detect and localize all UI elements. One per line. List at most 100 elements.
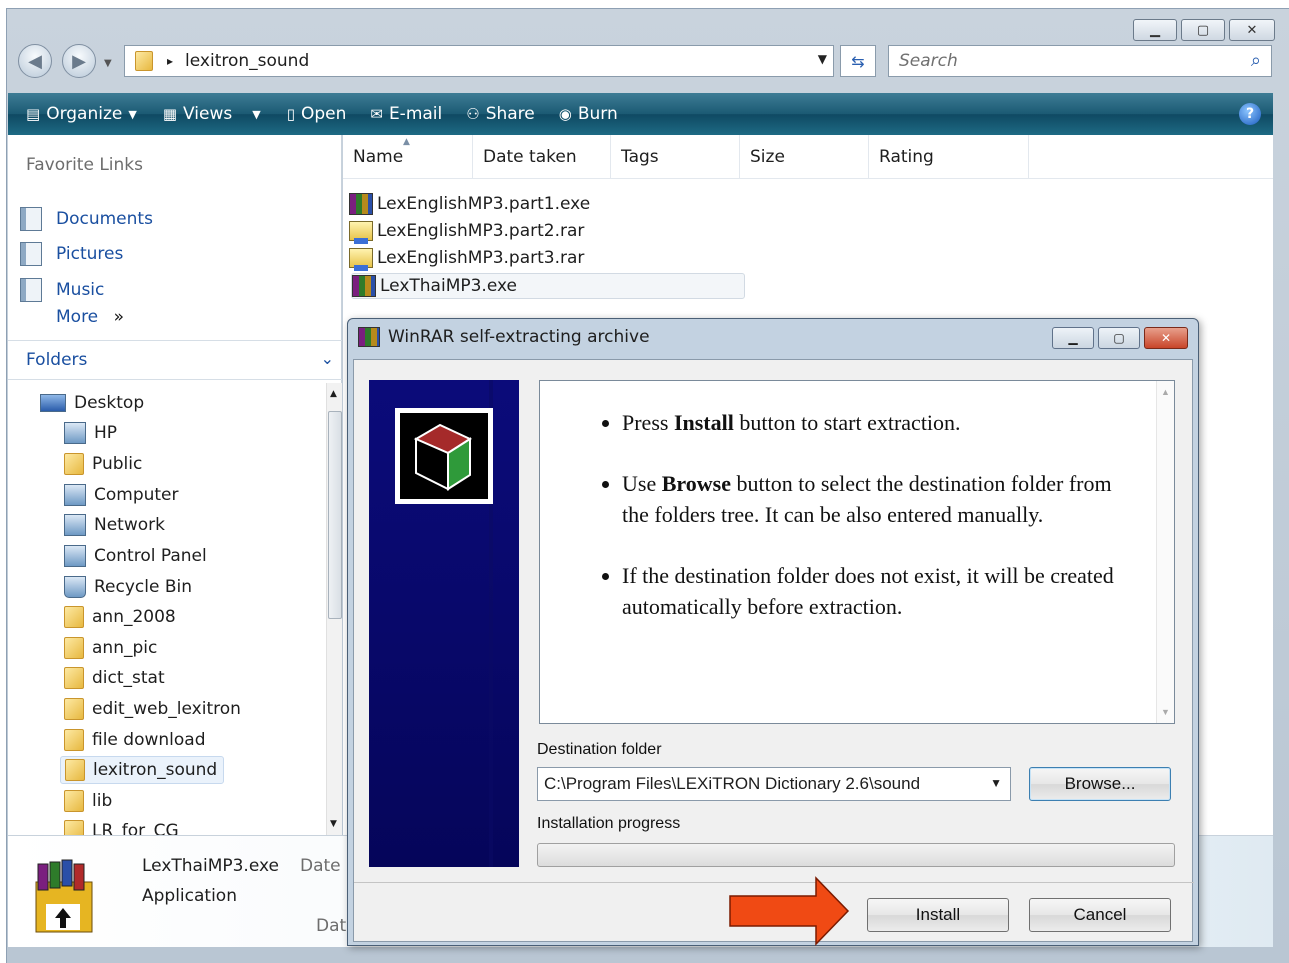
share-button[interactable]: ⚇ Share (466, 104, 535, 124)
instruction-item: Use Browse button to select the destinat… (622, 468, 1116, 530)
dialog-close-button[interactable]: ✕ (1144, 327, 1188, 349)
tree-item-computer[interactable]: Computer (64, 481, 179, 509)
column-header-name[interactable]: Name ▲ (343, 135, 473, 179)
address-bar[interactable]: ▸ lexitron_sound ▼ (124, 45, 834, 77)
file-item-selected[interactable]: LexThaiMP3.exe (351, 273, 745, 299)
tree-item-folder[interactable]: lib (64, 787, 112, 815)
tree-item-label: lexitron_sound (93, 760, 218, 780)
email-icon: ✉ (370, 105, 383, 123)
install-button[interactable]: Install (867, 898, 1009, 932)
folder-icon (64, 637, 84, 659)
winrar-icon (358, 327, 380, 347)
back-button[interactable]: ◀ (18, 44, 52, 78)
column-header-rating[interactable]: Rating (869, 135, 1029, 179)
tree-item-folder[interactable]: dict_stat (64, 664, 165, 692)
chevron-down-icon: ⌄ (320, 349, 334, 368)
user-folder-icon (64, 422, 86, 444)
scroll-down-icon[interactable]: ▼ (1161, 707, 1170, 717)
favorite-link-pictures[interactable]: Pictures (20, 242, 123, 266)
organize-icon: ▤ (26, 105, 41, 123)
scroll-down-icon[interactable]: ▼ (330, 819, 337, 829)
organize-button[interactable]: ▤ Organize ▼ (26, 104, 137, 124)
folder-icon (64, 698, 84, 720)
email-label: E-mail (388, 104, 443, 124)
details-date-label: Date (300, 856, 341, 876)
tree-item-selected-folder[interactable]: lexitron_sound (60, 756, 225, 784)
browse-button[interactable]: Browse... (1029, 767, 1171, 801)
folders-header[interactable]: Folders ⌄ (8, 340, 342, 380)
recent-pages-dropdown-icon[interactable]: ▼ (104, 58, 112, 69)
address-dropdown-icon[interactable]: ▼ (818, 52, 827, 66)
dialog-title-bar: WinRAR self-extracting archive (358, 327, 650, 347)
folder-tree-scrollbar[interactable]: ▲ ▼ (326, 383, 342, 835)
file-item[interactable]: LexEnglishMP3.part3.rar (349, 245, 584, 271)
tree-item-folder[interactable]: ann_pic (64, 634, 157, 662)
search-input[interactable]: Search ⌕ (888, 45, 1272, 77)
burn-button[interactable]: ◉ Burn (559, 104, 618, 124)
open-button[interactable]: ▯ Open (287, 104, 347, 124)
sfx-logo (395, 408, 493, 504)
column-header-date-taken[interactable]: Date taken (473, 135, 611, 179)
folder-icon (64, 606, 84, 628)
dialog-maximize-button[interactable]: ▢ (1098, 327, 1140, 349)
maximize-button[interactable]: ▢ (1181, 19, 1225, 41)
destination-folder-combobox[interactable]: C:\Program Files\LEXiTRON Dictionary 2.6… (537, 767, 1011, 801)
rar-archive-icon (349, 248, 373, 271)
scrollbar-thumb[interactable] (328, 411, 342, 619)
close-button[interactable]: ✕ (1229, 19, 1275, 41)
email-button[interactable]: ✉ E-mail (370, 104, 442, 124)
tree-item-folder[interactable]: edit_web_lexitron (64, 695, 241, 723)
folder-icon (64, 453, 84, 475)
instructions-list: Press Install button to start extraction… (540, 407, 1156, 652)
scroll-up-icon[interactable]: ▲ (1161, 387, 1170, 397)
help-icon[interactable]: ? (1239, 103, 1261, 125)
tree-item-label: Computer (94, 485, 179, 505)
tree-item-control-panel[interactable]: Control Panel (64, 542, 207, 570)
destination-folder-label: Destination folder (537, 741, 662, 758)
control-panel-icon (64, 545, 86, 567)
column-label: Tags (621, 147, 659, 167)
breadcrumb-separator[interactable]: ▸ (167, 54, 173, 68)
folder-icon (64, 790, 84, 812)
tree-item-folder[interactable]: file download (64, 726, 206, 754)
search-icon[interactable]: ⌕ (1251, 50, 1261, 71)
refresh-icon[interactable]: ⇆ (840, 45, 876, 77)
file-item[interactable]: LexEnglishMP3.part2.rar (349, 218, 584, 244)
column-label: Rating (879, 147, 934, 167)
dialog-body: Press Install button to start extraction… (353, 359, 1194, 942)
burn-label: Burn (577, 104, 618, 124)
tree-item-network[interactable]: Network (64, 511, 165, 539)
tree-item-hp[interactable]: HP (64, 419, 117, 447)
scroll-up-icon[interactable]: ▲ (330, 389, 337, 399)
dialog-minimize-button[interactable]: ▁ (1052, 327, 1094, 349)
installation-progress-label: Installation progress (537, 815, 681, 832)
tree-item-folder[interactable]: ann_2008 (64, 603, 176, 631)
favorite-link-music[interactable]: Music (20, 278, 104, 302)
column-header-size[interactable]: Size (740, 135, 869, 179)
tree-item-desktop[interactable]: Desktop (40, 389, 144, 417)
minimize-button[interactable]: ▁ (1133, 19, 1177, 41)
organize-label: Organize (46, 104, 123, 124)
dropdown-arrow-icon[interactable]: ▼ (990, 776, 1002, 790)
tree-item-public[interactable]: Public (64, 450, 142, 478)
views-button[interactable]: ▦ Views ▼ (163, 104, 261, 124)
computer-icon (64, 484, 86, 506)
sfx-banner (369, 380, 519, 867)
winrar-exe-icon (352, 275, 376, 297)
file-item[interactable]: LexEnglishMP3.part1.exe (349, 191, 590, 217)
installation-progress-bar (537, 843, 1175, 867)
text-box-scrollbar[interactable]: ▲ ▼ (1156, 381, 1174, 723)
pictures-icon (20, 242, 42, 266)
tree-item-label: Network (94, 515, 165, 535)
more-link[interactable]: More » (56, 307, 124, 327)
breadcrumb-folder[interactable]: lexitron_sound (185, 51, 309, 71)
share-label: Share (485, 104, 535, 124)
file-name: LexThaiMP3.exe (380, 276, 517, 296)
column-header-tags[interactable]: Tags (611, 135, 740, 179)
tree-item-label: file download (92, 730, 206, 750)
tree-item-recycle-bin[interactable]: Recycle Bin (64, 573, 192, 601)
cancel-button[interactable]: Cancel (1029, 898, 1171, 932)
pointer-arrow-annotation (729, 876, 850, 946)
favorite-link-documents[interactable]: Documents (20, 207, 153, 231)
forward-button[interactable]: ▶ (62, 44, 96, 78)
